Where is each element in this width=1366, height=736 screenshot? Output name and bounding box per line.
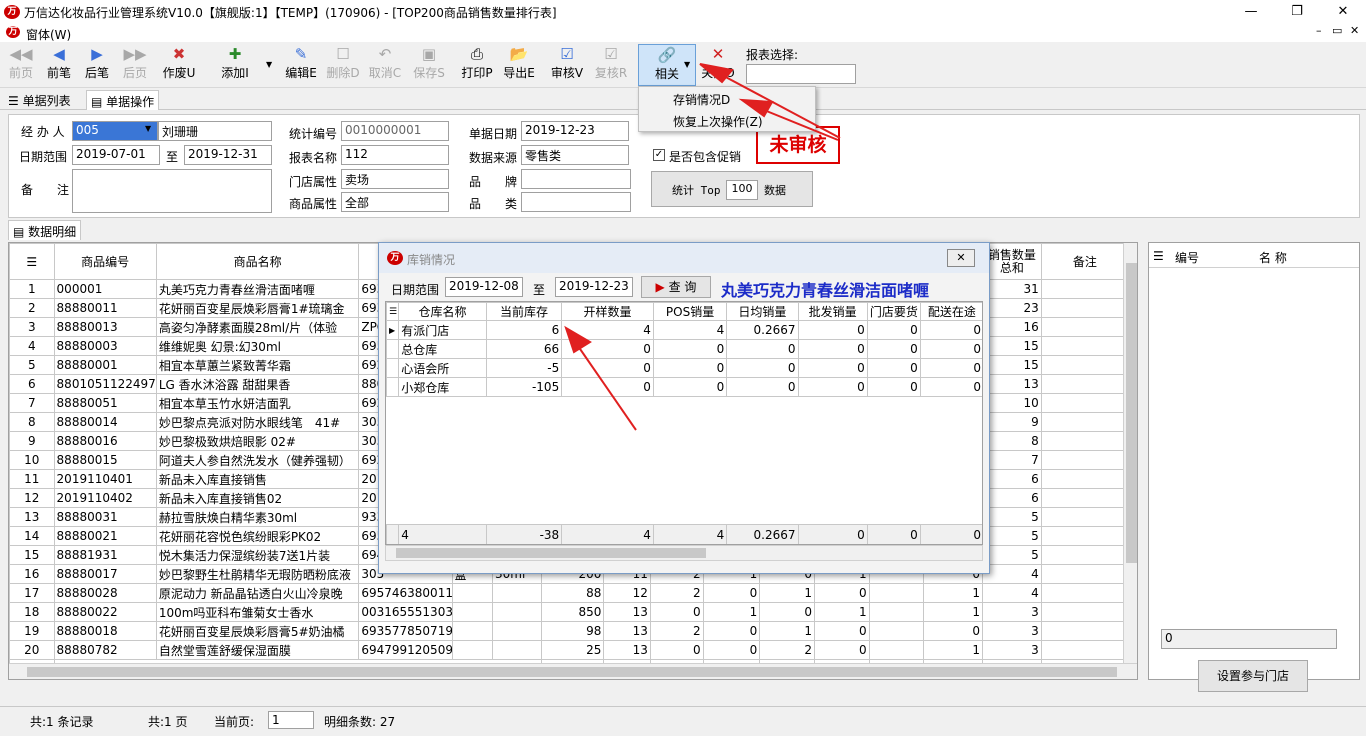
- status-detail-count: 明细条数: 27: [324, 715, 396, 729]
- status-bar: 共:1 条记录 共:1 页 当前页: 1 明细条数: 27: [0, 706, 1366, 736]
- arrowhead-stock: [564, 325, 592, 354]
- status-current-page-label: 当前页:: [214, 715, 255, 729]
- status-total-pages: 共:1 页: [148, 715, 188, 729]
- arrow-to-stock-cell: [577, 345, 637, 431]
- arrow-to-related-button: [719, 73, 841, 139]
- status-total-records: 共:1 条记录: [30, 715, 94, 729]
- arrowhead-related: [699, 63, 734, 84]
- current-page-field[interactable]: 1: [268, 711, 314, 729]
- arrowhead-menu: [738, 98, 774, 118]
- arrow-to-menu-item: [763, 109, 839, 141]
- annotation-arrows: [564, 63, 841, 431]
